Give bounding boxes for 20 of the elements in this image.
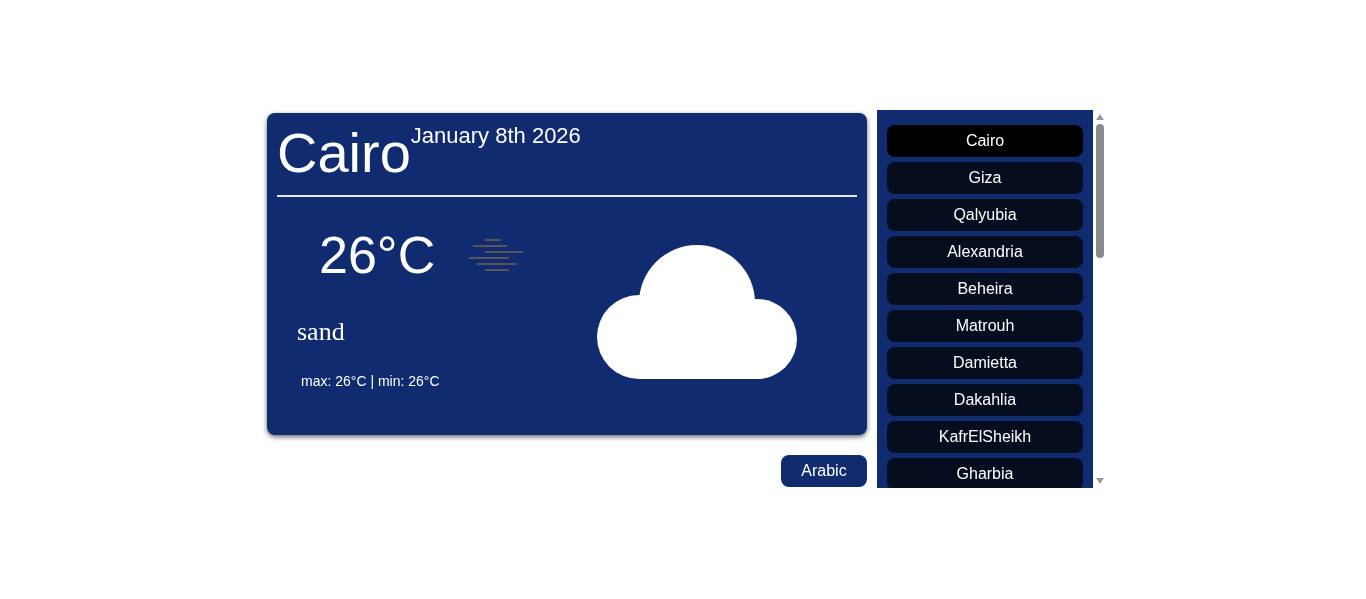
city-button[interactable]: Dakahlia xyxy=(887,384,1083,416)
date-text: January 8th 2026 xyxy=(410,123,581,148)
cloud-icon xyxy=(597,243,799,379)
city-button[interactable]: Damietta xyxy=(887,347,1083,379)
city-name: Cairo xyxy=(277,121,411,185)
city-button[interactable]: Qalyubia xyxy=(887,199,1083,231)
weather-description: sand xyxy=(297,317,346,347)
temperature: 26°C xyxy=(319,225,436,286)
city-button[interactable]: Cairo xyxy=(887,125,1083,157)
scrollbar-thumb[interactable] xyxy=(1096,124,1104,258)
city-button[interactable]: Giza xyxy=(887,162,1083,194)
city-button[interactable]: Matrouh xyxy=(887,310,1083,342)
language-button[interactable]: Arabic xyxy=(781,455,867,487)
temperature-range: max: 26°C | min: 26°C xyxy=(301,373,441,389)
city-button[interactable]: Gharbia xyxy=(887,458,1083,488)
city-button[interactable]: Beheira xyxy=(887,273,1083,305)
scroll-down-icon[interactable] xyxy=(1096,478,1104,484)
haze-icon xyxy=(469,238,526,272)
city-button[interactable]: Alexandria xyxy=(887,236,1083,268)
city-button[interactable]: KafrElSheikh xyxy=(887,421,1083,453)
